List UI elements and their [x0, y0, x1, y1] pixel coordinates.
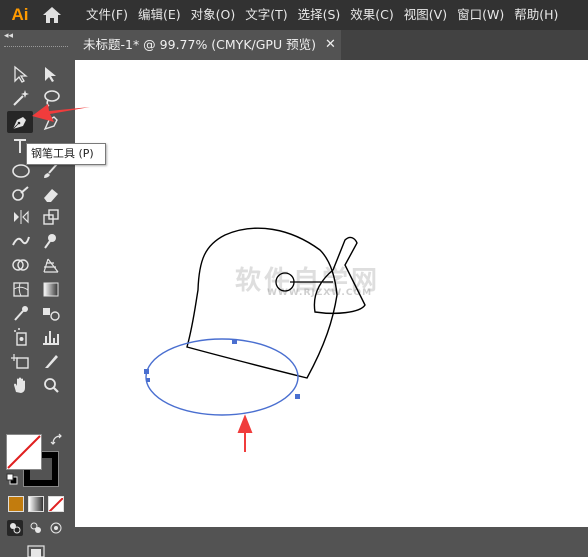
swap-fill-stroke-icon[interactable]	[50, 433, 64, 447]
tooltip-text: 钢笔工具 (P)	[31, 147, 94, 160]
shaper-tool-icon[interactable]	[10, 184, 32, 204]
menu-edit[interactable]: 编辑(E)	[138, 0, 181, 30]
shape-builder-tool-icon[interactable]	[10, 255, 32, 275]
default-fill-stroke-icon[interactable]	[6, 473, 18, 485]
menu-file[interactable]: 文件(F)	[86, 0, 128, 30]
menu-view[interactable]: 视图(V)	[404, 0, 447, 30]
anchor-point	[295, 394, 300, 399]
menu-object[interactable]: 对象(O)	[191, 0, 236, 30]
fill-swatch[interactable]	[6, 434, 42, 470]
screen-mode-icon[interactable]	[24, 544, 48, 557]
document-tab-title: 未标题-1* @ 99.77% (CMYK/GPU 预览)	[83, 37, 316, 52]
draw-behind-button[interactable]	[28, 520, 44, 536]
color-mode-button[interactable]	[8, 496, 24, 512]
eraser-tool-icon[interactable]	[40, 184, 62, 204]
anchor-point	[146, 378, 150, 382]
mesh-tool-icon[interactable]	[10, 279, 32, 299]
direct-selection-tool-icon[interactable]	[40, 64, 62, 84]
document-tab-bar: 未标题-1* @ 99.77% (CMYK/GPU 预览) ✕	[71, 30, 588, 60]
menu-effect[interactable]: 效果(C)	[350, 0, 393, 30]
close-icon[interactable]: ✕	[325, 38, 336, 51]
puppet-warp-tool-icon[interactable]	[40, 231, 62, 251]
menu-select[interactable]: 选择(S)	[298, 0, 341, 30]
perspective-grid-tool-icon[interactable]	[40, 255, 62, 275]
menu-items: 文件(F) 编辑(E) 对象(O) 文字(T) 选择(S) 效果(C) 视图(V…	[86, 0, 568, 30]
selected-ellipse-path	[145, 338, 299, 416]
anchor-point	[232, 339, 237, 344]
zoom-tool-icon[interactable]	[40, 375, 62, 395]
column-graph-tool-icon[interactable]	[40, 327, 62, 347]
document-tab[interactable]: 未标题-1* @ 99.77% (CMYK/GPU 预览) ✕	[71, 30, 341, 60]
gradient-mode-button[interactable]	[28, 496, 44, 512]
selection-tool-icon[interactable]	[10, 64, 32, 84]
red-pointer-arrow-icon	[32, 104, 90, 122]
artboard-canvas[interactable]: 软件自学网 WWW.RJZXW.COM	[75, 60, 588, 527]
eyedropper-tool-icon[interactable]	[10, 303, 32, 323]
menu-bar: Ai 文件(F) 编辑(E) 对象(O) 文字(T) 选择(S) 效果(C) 视…	[0, 0, 588, 30]
blend-tool-icon[interactable]	[40, 303, 62, 323]
gradient-tool-icon[interactable]	[40, 279, 62, 299]
menu-window[interactable]: 窗口(W)	[457, 0, 504, 30]
none-mode-button[interactable]	[48, 496, 64, 512]
artboard-tool-icon[interactable]	[10, 351, 32, 371]
collapse-panel-icon[interactable]: ◂◂	[4, 32, 13, 41]
beak-path	[313, 236, 366, 314]
hand-tool-icon[interactable]	[10, 375, 32, 395]
slice-tool-icon[interactable]	[40, 351, 62, 371]
panel-grip[interactable]	[4, 46, 68, 49]
pen-tool-tooltip: 钢笔工具 (P)	[26, 143, 106, 165]
reflect-tool-icon[interactable]	[10, 207, 32, 227]
anchor-point	[144, 369, 149, 374]
symbol-sprayer-tool-icon[interactable]	[10, 327, 32, 347]
scale-tool-icon[interactable]	[40, 207, 62, 227]
draw-normal-button[interactable]	[7, 520, 23, 536]
draw-inside-button[interactable]	[48, 520, 64, 536]
menu-type[interactable]: 文字(T)	[245, 0, 287, 30]
menu-help[interactable]: 帮助(H)	[514, 0, 558, 30]
red-arrow-icon	[237, 414, 253, 452]
width-tool-icon[interactable]	[10, 231, 32, 251]
home-icon[interactable]	[42, 6, 62, 24]
drawing-layer[interactable]	[75, 60, 588, 527]
app-logo: Ai	[11, 5, 29, 24]
